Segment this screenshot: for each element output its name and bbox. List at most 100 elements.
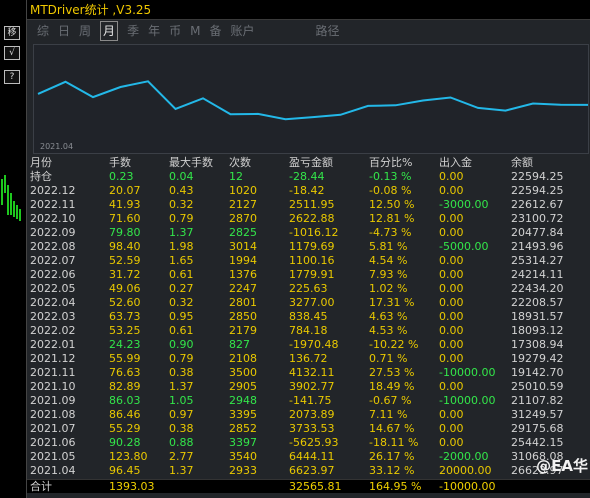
table-row: 2021.09 86.03 1.05 2948 -141.75 -0.67 % -10000… [27,394,590,408]
cell-percent: 27.53 % [369,366,415,379]
cell-lots: 98.40 [109,240,141,253]
cell-percent: 1.02 % [369,282,408,295]
cell-max-lots: 0.38 [169,366,194,379]
cell-profit: 6623.97 [289,464,335,477]
tab-month[interactable]: 月 [100,21,119,41]
cell-balance: 21493.96 [511,240,564,253]
table-row: 2021.12 55.99 0.79 2108 136.72 0.71 % 0.00 1927… [27,352,590,366]
cell-profit: 1779.91 [289,268,335,281]
cell-month: 2021.11 [30,366,76,379]
cell-max-lots: 0.79 [169,212,194,225]
cell-percent: 12.50 % [369,198,415,211]
table-row: 2021.08 86.46 0.97 3395 2073.89 7.11 % 0.00 312… [27,408,590,422]
cell-balance: 31249.57 [511,408,564,421]
tab-currency[interactable]: 币 [169,22,181,40]
cell-balance: 22612.67 [511,198,564,211]
cell-max-lots: 2.77 [169,450,194,463]
cell-lots: 55.99 [109,352,141,365]
cell-month: 2022.11 [30,198,76,211]
cell-deposit: 0.00 [439,268,464,281]
cell-balance: 29175.68 [511,422,564,435]
tab-path[interactable]: 路径 [316,22,340,40]
tab-day[interactable]: 日 [58,22,70,40]
cell-deposit: 0.00 [439,422,464,435]
cell-deposit: 20000.00 [439,464,492,477]
table-row: 2022.09 79.80 1.37 2825 -1016.12 -4.73 % 0.00 2… [27,226,590,240]
cell-profit: 1179.69 [289,240,335,253]
cell-count: 2801 [229,296,257,309]
cell-count: 827 [229,338,250,351]
tab-quarter[interactable]: 季 [127,22,139,40]
tab-backup[interactable]: 备 [209,22,221,40]
cell-deposit: 0.00 [439,282,464,295]
cell-balance: 25442.15 [511,436,564,449]
table-row: 2022.11 41.93 0.32 2127 2511.95 12.50 % -3000.… [27,198,590,212]
help-button[interactable]: ? [4,70,20,84]
cell-profit: 2622.88 [289,212,335,225]
move-button[interactable]: 移 [4,26,20,40]
cell-deposit: 0.00 [439,310,464,323]
cell-deposit: 0.00 [439,408,464,421]
cell-profit: 225.63 [289,282,328,295]
header-deposit: 出入金 [439,156,472,169]
candlestick-bars [0,175,24,235]
cell-count: 3540 [229,450,257,463]
cell-deposit: -10000.00 [439,366,496,379]
tab-m[interactable]: M [190,22,200,40]
cell-lots: 123.80 [109,450,148,463]
header-profit: 盈亏金额 [289,156,333,169]
cell-lots: 76.63 [109,366,141,379]
cell-count: 1376 [229,268,257,281]
cell-lots: 71.60 [109,212,141,225]
cell-lots: 79.80 [109,226,141,239]
tab-year[interactable]: 年 [148,22,160,40]
cell-percent: -0.08 % [369,184,412,197]
cell-profit: 784.18 [289,324,328,337]
cell-max-lots: 1.37 [169,464,194,477]
check-button[interactable]: √ [4,46,20,60]
cell-percent: 7.93 % [369,268,408,281]
cell-percent: 12.81 % [369,212,415,225]
cell-percent: -10.22 % [369,338,419,351]
cell-lots: 24.23 [109,338,141,351]
cell-profit: 2073.89 [289,408,335,421]
cell-percent: 26.17 % [369,450,415,463]
tab-week[interactable]: 周 [79,22,91,40]
cell-balance: 17308.94 [511,338,564,351]
cell-count: 2127 [229,198,257,211]
cell-count: 3500 [229,366,257,379]
cell-max-lots: 0.04 [169,170,194,183]
cell-profit: 2511.95 [289,198,335,211]
cell-month: 持仓 [30,170,52,183]
cell-deposit: 0.00 [439,226,464,239]
cell-percent: 5.81 % [369,240,408,253]
table-row: 2021.05 123.80 2.77 3540 6444.11 26.17 % -2000… [27,450,590,464]
cell-profit: 838.45 [289,310,328,323]
table-row: 2021.07 55.29 0.38 2852 3733.53 14.67 % 0.00 29… [27,422,590,436]
cell-month: 2021.05 [30,450,76,463]
tab-account[interactable]: 账户 [230,22,254,40]
header-percent: 百分比% [369,156,413,169]
watermark: @EA华 [536,457,588,475]
cell-max-lots: 0.43 [169,184,194,197]
cell-deposit: 0.00 [439,436,464,449]
cell-month: 2022.03 [30,310,76,323]
cell-max-lots: 0.97 [169,408,194,421]
cell-month: 2021.12 [30,352,76,365]
table-row: 2021.11 76.63 0.38 3500 4132.11 27.53 % -10000… [27,366,590,380]
cell-lots: 63.73 [109,310,141,323]
cell-percent: 17.31 % [369,296,415,309]
cell-balance: 22594.25 [511,184,564,197]
monthly-stats-table: 月份 手数 最大手数 次数 盈亏金额 百分比% 出入金 余额 持仓 0.23 0.0… [27,156,590,493]
cell-max-lots: 1.05 [169,394,194,407]
cell-balance: 22434.20 [511,282,564,295]
cell-deposit: 0.00 [439,184,464,197]
cell-balance: 22208.57 [511,296,564,309]
chart-date-label: 2021.04 [40,142,74,151]
tab-summary[interactable]: 综 [37,22,49,40]
total-label: 合计 [30,480,52,493]
cell-percent: -0.13 % [369,170,412,183]
cell-balance: 25314.27 [511,254,564,267]
cell-profit: 3902.77 [289,380,335,393]
cell-percent: 7.11 % [369,408,408,421]
